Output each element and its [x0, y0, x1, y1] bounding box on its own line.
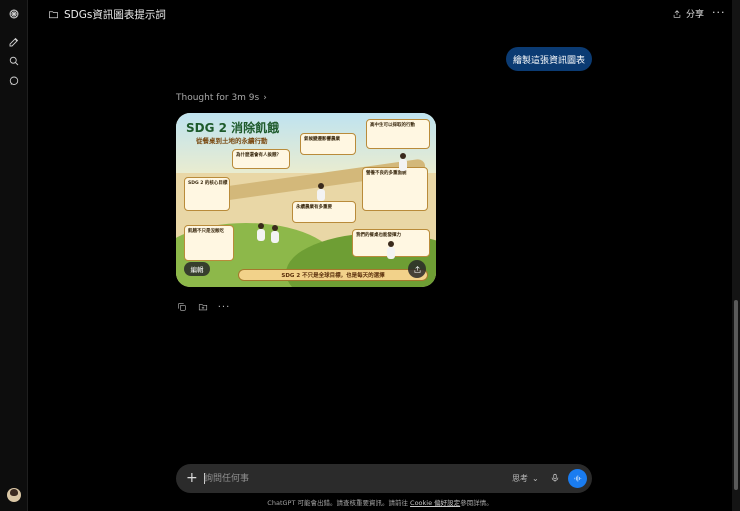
save-icon	[198, 304, 208, 311]
image-person	[270, 225, 280, 243]
page-title: SDGs資訊圖表提示詞	[64, 9, 166, 21]
scroll-thumb[interactable]	[734, 300, 738, 490]
image-panel: 為什麼還會有人挨餓？	[232, 149, 290, 169]
search-icon[interactable]	[6, 53, 22, 69]
chevron-down-icon: ⌄	[532, 474, 539, 483]
user-message: 繪製這張資訊圖表	[506, 47, 592, 71]
image-panel: SDG 2 的核心目標	[184, 177, 230, 211]
main-area: SDGs資訊圖表提示詞 分享 ··· 繪製這張資訊圖表 Thought for …	[28, 0, 732, 511]
image-panel: 氣候變遷影響農業	[300, 133, 356, 155]
chat-bubble-icon[interactable]	[6, 73, 22, 89]
cookie-preferences-link[interactable]: Cookie 偏好設定	[410, 499, 460, 507]
share-icon	[673, 9, 681, 18]
download-image-button[interactable]	[408, 260, 426, 278]
image-person	[398, 153, 408, 171]
voice-mode-button[interactable]	[568, 469, 587, 488]
top-bar: SDGs資訊圖表提示詞 分享 ···	[28, 0, 732, 30]
image-banner: SDG 2 不只是全球目標，也是每天的選擇	[238, 269, 428, 281]
generated-image[interactable]: SDG 2 消除飢餓 從餐桌到土地的永續行動 為什麼還會有人挨餓？ 氣候變遷影響…	[176, 113, 436, 287]
edit-image-button[interactable]: 編輯	[184, 262, 210, 276]
sidebar	[0, 0, 28, 511]
folder-icon	[49, 11, 58, 19]
upload-icon	[414, 265, 420, 273]
new-chat-icon[interactable]	[6, 34, 22, 50]
share-label: 分享	[686, 10, 705, 20]
disclaimer: ChatGPT 可能會出錯。請查核重要資訊。請前往 Cookie 偏好設定參閱詳…	[28, 497, 732, 507]
mode-selector[interactable]: 思考 ⌄	[512, 473, 539, 484]
image-panel: 飢餓不只是沒飯吃	[184, 225, 234, 261]
image-person	[316, 183, 326, 201]
disclaimer-text: ChatGPT 可能會出錯。請查核重要資訊。請前往	[267, 499, 411, 507]
image-panel: 營養不良的多重面貌	[362, 167, 428, 211]
disclaimer-suffix: 參閱詳情。	[460, 499, 493, 507]
save-button[interactable]	[197, 301, 209, 313]
microphone-button[interactable]	[548, 471, 562, 485]
image-panel: 永續農業有多重要	[292, 201, 356, 223]
image-person	[386, 241, 396, 259]
copy-icon	[178, 303, 186, 311]
share-button[interactable]: 分享	[672, 7, 704, 20]
attach-button[interactable]: +	[186, 470, 198, 486]
image-subtitle: 從餐桌到土地的永續行動	[196, 137, 268, 145]
composer: + 思考 ⌄	[176, 464, 592, 493]
message-actions: ···	[176, 301, 230, 313]
thought-label: Thought for 3m 9s	[176, 93, 260, 103]
image-panel: 高中生可以採取的行動	[366, 119, 430, 149]
logo-icon[interactable]	[6, 6, 22, 22]
image-person	[256, 223, 266, 241]
mode-label: 思考	[512, 474, 528, 483]
message-input[interactable]	[204, 470, 494, 487]
microphone-icon	[551, 473, 559, 482]
more-icon[interactable]: ···	[218, 301, 230, 313]
more-options-button[interactable]: ···	[712, 6, 726, 19]
scrollbar[interactable]	[732, 0, 740, 511]
chevron-right-icon: ›	[263, 93, 267, 103]
copy-button[interactable]	[176, 301, 188, 313]
thought-toggle[interactable]: Thought for 3m 9s ›	[176, 93, 267, 103]
project-title[interactable]: SDGs資訊圖表提示詞	[48, 7, 166, 22]
image-title: SDG 2 消除飢餓	[186, 121, 280, 135]
waveform-icon	[574, 475, 582, 482]
avatar[interactable]	[7, 488, 21, 502]
